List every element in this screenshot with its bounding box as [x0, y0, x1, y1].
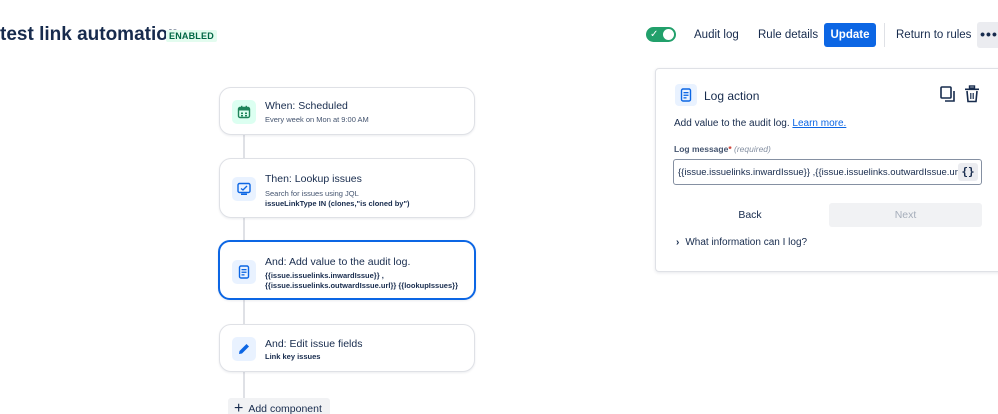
check-icon: ✓: [650, 29, 659, 40]
smart-value-button[interactable]: {}: [958, 163, 978, 181]
update-button[interactable]: Update: [824, 23, 876, 47]
panel-title: Log action: [704, 89, 760, 103]
component-title: And: Edit issue fields: [265, 338, 363, 350]
log-document-icon: [232, 260, 256, 284]
log-message-input[interactable]: {{issue.issuelinks.inwardIssue}} ,{{issu…: [673, 159, 982, 185]
duplicate-icon[interactable]: [939, 85, 957, 108]
component-title: When: Scheduled: [265, 100, 348, 112]
log-message-label-text: Log message: [674, 144, 729, 154]
log-message-value[interactable]: {{issue.issuelinks.inwardIssue}} ,{{issu…: [678, 167, 958, 178]
chevron-right-icon: ›: [676, 237, 680, 248]
learn-more-link[interactable]: Learn more.: [792, 118, 846, 129]
back-button[interactable]: Back: [674, 203, 826, 227]
component-subtitle-line: Search for issues using JQL: [265, 189, 359, 198]
calendar-icon: [232, 100, 256, 124]
component-subtitle: Every week on Mon at 9:00 AM: [265, 115, 369, 124]
header-divider: [884, 23, 885, 47]
log-action-panel: Log action Add value to the audit log. L…: [655, 68, 998, 272]
panel-description: Add value to the audit log. Learn more.: [674, 118, 846, 129]
pencil-icon: [232, 337, 256, 361]
toggle-knob: [663, 29, 674, 40]
component-subtitle: {{issue.issuelinks.inwardIssue}} , {{iss…: [265, 271, 458, 291]
trash-icon[interactable]: [963, 85, 981, 108]
component-subtitle-jql: issueLinkType IN (clones,"is cloned by"): [265, 199, 410, 208]
page-title: test link automation: [0, 24, 180, 45]
component-title: Then: Lookup issues: [265, 173, 362, 185]
audit-log-button[interactable]: Audit log: [688, 23, 745, 47]
component-subtitle: Search for issues using JQL issueLinkTyp…: [265, 189, 410, 209]
component-card-trigger[interactable]: When: Scheduled Every week on Mon at 9:0…: [219, 87, 475, 135]
log-document-icon: [675, 84, 697, 106]
rule-details-button[interactable]: Rule details: [752, 23, 824, 47]
component-card-lookup[interactable]: Then: Lookup issues Search for issues us…: [219, 158, 475, 218]
add-component-label: Add component: [248, 403, 322, 414]
status-badge: ENABLED: [166, 30, 217, 42]
required-marker: *: [728, 144, 732, 154]
log-message-label: Log message* (required): [674, 144, 771, 154]
component-subtitle-line: {{issue.issuelinks.inwardIssue}} ,: [265, 271, 384, 280]
component-card-log-action[interactable]: And: Add value to the audit log. {{issue…: [218, 240, 476, 300]
more-options-button[interactable]: •••: [977, 22, 998, 48]
what-information-label: What information can I log?: [685, 237, 808, 248]
component-subtitle-line: {{issue.issuelinks.outwardIssue.url}} {{…: [265, 281, 458, 290]
panel-description-text: Add value to the audit log.: [674, 118, 790, 129]
component-card-edit-fields[interactable]: And: Edit issue fields Link key issues: [219, 324, 475, 372]
component-subtitle: Link key issues: [265, 352, 321, 361]
what-information-toggle[interactable]: › What information can I log?: [676, 237, 807, 248]
return-to-rules-button[interactable]: Return to rules: [890, 23, 977, 47]
component-title: And: Add value to the audit log.: [265, 256, 411, 268]
add-component-button[interactable]: + Add component: [228, 398, 330, 414]
next-button[interactable]: Next: [829, 203, 982, 227]
rule-enabled-toggle[interactable]: ✓: [646, 27, 676, 42]
search-issues-icon: [232, 177, 256, 201]
plus-icon: +: [234, 400, 244, 414]
required-note: (required): [734, 144, 771, 154]
